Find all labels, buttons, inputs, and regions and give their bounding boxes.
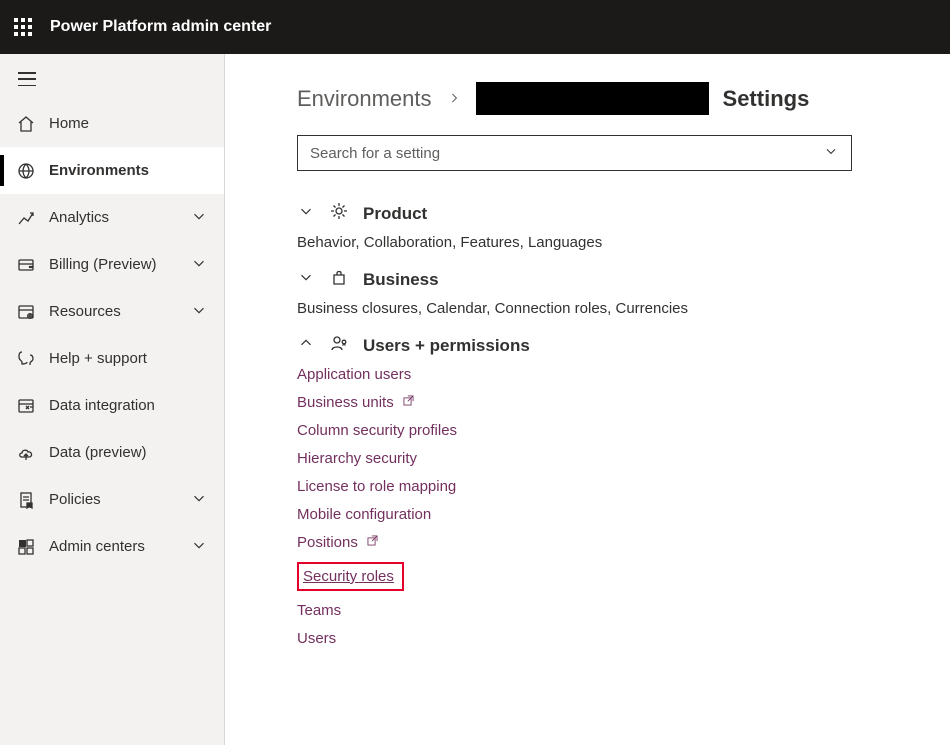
link-security-roles[interactable]: Security roles bbox=[297, 562, 404, 591]
resources-icon bbox=[16, 302, 36, 322]
breadcrumb-env-redacted bbox=[476, 82, 709, 115]
sidebar-item-label: Help + support bbox=[49, 350, 147, 367]
link-positions[interactable]: Positions bbox=[297, 534, 910, 551]
chevron-down-icon bbox=[297, 268, 315, 291]
home-icon bbox=[16, 114, 36, 134]
gear-icon bbox=[329, 201, 349, 226]
sidebar-item-data-integration[interactable]: Data integration bbox=[0, 382, 224, 429]
sidebar-item-help[interactable]: Help + support bbox=[0, 335, 224, 382]
section-product-desc: Behavior, Collaboration, Features, Langu… bbox=[297, 234, 910, 251]
policies-icon bbox=[16, 490, 36, 510]
sidebar-item-label: Data integration bbox=[49, 397, 155, 414]
sidebar-item-label: Billing (Preview) bbox=[49, 256, 157, 273]
chevron-down-icon bbox=[297, 202, 315, 225]
external-link-icon bbox=[402, 394, 415, 411]
globe-icon bbox=[16, 161, 36, 181]
search-input[interactable]: Search for a setting bbox=[297, 135, 852, 171]
link-mobile-configuration[interactable]: Mobile configuration bbox=[297, 506, 910, 523]
sidebar-item-data-preview[interactable]: Data (preview) bbox=[0, 429, 224, 476]
sidebar-item-analytics[interactable]: Analytics bbox=[0, 194, 224, 241]
sidebar-item-label: Analytics bbox=[49, 209, 109, 226]
hamburger-icon bbox=[18, 72, 36, 86]
analytics-icon bbox=[16, 208, 36, 228]
link-hierarchy-security[interactable]: Hierarchy security bbox=[297, 450, 910, 467]
link-column-security-profiles[interactable]: Column security profiles bbox=[297, 422, 910, 439]
section-title: Product bbox=[363, 204, 427, 224]
section-users-header[interactable]: Users + permissions bbox=[297, 333, 910, 358]
section-business-desc: Business closures, Calendar, Connection … bbox=[297, 300, 910, 317]
sidebar-item-label: Policies bbox=[49, 491, 101, 508]
sidebar-item-label: Resources bbox=[49, 303, 121, 320]
chevron-down-icon bbox=[823, 143, 839, 164]
billing-icon bbox=[16, 255, 36, 275]
external-link-icon bbox=[366, 534, 379, 551]
search-placeholder: Search for a setting bbox=[310, 145, 823, 162]
sidebar-item-label: Data (preview) bbox=[49, 444, 147, 461]
breadcrumb: Environments Settings bbox=[297, 82, 910, 115]
sidebar-toggle[interactable] bbox=[0, 64, 224, 100]
sidebar-item-admin-centers[interactable]: Admin centers bbox=[0, 523, 224, 570]
section-product-header[interactable]: Product bbox=[297, 201, 910, 226]
link-license-to-role-mapping[interactable]: License to role mapping bbox=[297, 478, 910, 495]
sidebar-item-label: Environments bbox=[49, 162, 149, 179]
sidebar-item-resources[interactable]: Resources bbox=[0, 288, 224, 335]
page-title: Settings bbox=[723, 86, 810, 112]
link-business-units[interactable]: Business units bbox=[297, 394, 910, 411]
sidebar-item-environments[interactable]: Environments bbox=[0, 147, 224, 194]
chevron-down-icon bbox=[190, 254, 208, 276]
app-title: Power Platform admin center bbox=[50, 18, 271, 36]
link-users[interactable]: Users bbox=[297, 630, 910, 647]
sidebar-item-home[interactable]: Home bbox=[0, 100, 224, 147]
section-title: Users + permissions bbox=[363, 336, 530, 356]
main-content: Environments Settings Search for a setti… bbox=[225, 54, 950, 745]
chevron-up-icon bbox=[297, 334, 315, 357]
chevron-right-icon bbox=[446, 86, 462, 112]
link-teams[interactable]: Teams bbox=[297, 602, 910, 619]
headset-icon bbox=[16, 349, 36, 369]
sidebar-item-billing[interactable]: Billing (Preview) bbox=[0, 241, 224, 288]
link-application-users[interactable]: Application users bbox=[297, 366, 910, 383]
chevron-down-icon bbox=[190, 301, 208, 323]
chevron-down-icon bbox=[190, 536, 208, 558]
data-integration-icon bbox=[16, 396, 36, 416]
users-links: Application users Business units Column … bbox=[297, 366, 910, 647]
app-launcher-icon[interactable] bbox=[14, 18, 32, 36]
sidebar-item-label: Admin centers bbox=[49, 538, 145, 555]
briefcase-icon bbox=[329, 267, 349, 292]
chevron-down-icon bbox=[190, 489, 208, 511]
section-business-header[interactable]: Business bbox=[297, 267, 910, 292]
admin-centers-icon bbox=[16, 537, 36, 557]
top-bar: Power Platform admin center bbox=[0, 0, 950, 54]
users-icon bbox=[329, 333, 349, 358]
breadcrumb-root[interactable]: Environments bbox=[297, 86, 432, 112]
sidebar-item-label: Home bbox=[49, 115, 89, 132]
section-title: Business bbox=[363, 270, 439, 290]
sidebar-item-policies[interactable]: Policies bbox=[0, 476, 224, 523]
chevron-down-icon bbox=[190, 207, 208, 229]
cloud-upload-icon bbox=[16, 443, 36, 463]
sidebar: Home Environments Analytics Billing (Pre… bbox=[0, 54, 225, 745]
